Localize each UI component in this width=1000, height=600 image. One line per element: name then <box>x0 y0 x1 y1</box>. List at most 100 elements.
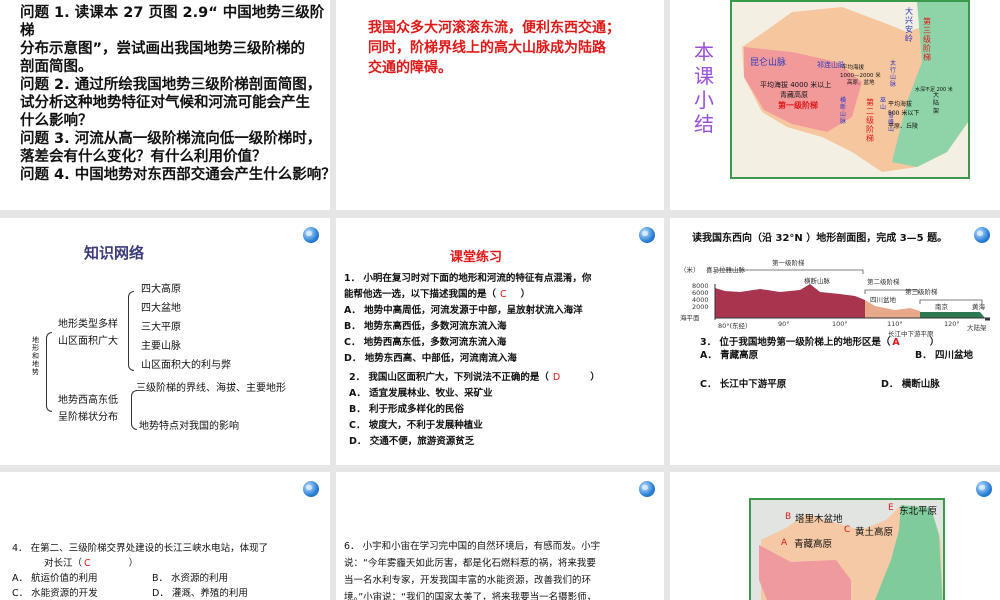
text-line: 2． 我国山区面积广大，下列说法不正确的是（ <box>349 372 549 383</box>
question-4: 4． 在第二、三级阶梯交界处建设的长江三峡水电站，体现了 对长江（ C ） A． 航… <box>12 541 268 600</box>
list-item: 山区面积大的利与弊 <box>141 360 231 371</box>
profile-step3 <box>920 312 985 318</box>
list-item: 四大高原 <box>141 284 181 295</box>
slide-thumbnail-8[interactable]: 6． 小宇和小宙在学习完中国的自然环境后，有感而发。小宇 说：“今年雾霾天如此厉… <box>336 472 664 600</box>
map-label-step2-types: 高原、盆地 <box>847 80 875 86</box>
text-line: 交通的障碍。 <box>368 60 452 76</box>
slide-thumbnail-3[interactable]: 本课小结 昆仑山脉 祁连山脉 大兴安岭 太行山脉 横断山脉 巫山 雪峰山 平均海… <box>670 0 1000 210</box>
option: C． 长江中下游平原 <box>700 379 787 390</box>
map-label-step1: 第一级阶梯 <box>778 101 818 110</box>
label-sichuan: 四川盆地 <box>870 296 896 304</box>
branch2-label: 地势西高东低 呈阶梯状分布 <box>58 392 118 426</box>
globe-icon <box>303 227 319 243</box>
label-step3: 第三级阶梯 <box>905 288 938 296</box>
option: C． 水能资源的开发 <box>12 588 98 599</box>
map-label-step2: 第二级阶梯 <box>866 98 874 143</box>
question-2: 2． 我国山区面积广大，下列说法不正确的是（ D ） A． 适宜发展林业、牧业、采矿… <box>349 370 600 450</box>
option: B． 利于形成多样化的民俗 <box>349 404 465 415</box>
questions-text: 问题 1. 读课本 27 页图 2.9“ 中国地势三级阶梯 分布示意图”，尝试画… <box>20 4 330 184</box>
slide-thumbnail-9[interactable]: B 塔里木盆地 C 黄土高原 E 东北平原 A 青藏高原 <box>670 472 1000 600</box>
text-line: ） <box>590 372 600 383</box>
globe-icon <box>639 481 655 497</box>
map-label-step3: 第三级阶梯 <box>923 17 931 62</box>
question-header: 读我国东西向（沿 32°N ）地形剖面图，完成 3—5 题。 <box>692 233 948 244</box>
text-line: 问题 2. 通过所绘我国地势三级阶梯剖面简图， <box>20 77 322 93</box>
slide-thumbnail-4[interactable]: 知识网络 地形和地势 地形类型多样 山区面积广大 四大高原 四大盆地 三大平原 … <box>0 218 330 465</box>
text-line: 对长江（ <box>44 558 83 569</box>
globe-icon <box>976 481 992 497</box>
globe-icon <box>974 227 990 243</box>
china-landform-map: B 塔里木盆地 C 黄土高原 E 东北平原 A 青藏高原 <box>749 498 945 600</box>
map-label-taihang: 太行山脉 <box>890 60 897 88</box>
slide-thumbnail-5[interactable]: 课堂练习 1． 小明在复习时对下面的地形和河流的特征有点混淆，你 能帮他选一选，… <box>336 218 664 465</box>
text-line: 能帮他选一选，以下描述我国的是（ <box>344 289 497 300</box>
map-letter: A <box>781 538 788 548</box>
sea-level-label: 海平面 <box>680 314 700 322</box>
map-letter: E <box>888 503 894 513</box>
globe-icon <box>639 227 655 243</box>
text-line: 落差会有什么变化？有什么利用价值？ <box>20 149 267 165</box>
option: C． 坡度大，不利于发展种植业 <box>349 420 483 431</box>
slide-thumbnail-2[interactable]: 我国众多大河滚滚东流，便利东西交通； 同时，阶梯界线上的高大山脉成为陆路 交通的… <box>336 0 664 210</box>
slide-thumbnail-7[interactable]: 4． 在第二、三级阶梯交界处建设的长江三峡水电站，体现了 对长江（ C ） A． 航… <box>0 472 330 600</box>
map-label-wushan: 巫山 <box>880 97 887 111</box>
text-line: 山区面积广大 <box>58 336 118 347</box>
option: A． 适宜发展林业、牧业、采矿业 <box>349 388 493 399</box>
map-letter: B <box>785 512 792 522</box>
text-line: 问题 3. 河流从高一级阶梯流向低一级阶梯时， <box>20 131 322 147</box>
text-line: 我国众多大河滚滚东流，便利东西交通； <box>368 20 620 36</box>
branch1-label: 地形类型多样 山区面积广大 <box>58 316 118 350</box>
text-line: 剖面简图。 <box>20 59 93 75</box>
label-step1: 第一级阶梯 <box>772 259 805 267</box>
option: B． 四川盆地 <box>915 350 974 361</box>
y-tick: 2000 <box>692 303 709 311</box>
text-line: 问题 1. 读课本 27 页图 2.9“ 中国地势三级阶梯 <box>20 5 325 39</box>
option: D． 灌溉、养殖的利用 <box>152 588 248 599</box>
text-line: 分布示意图”，尝试画出我国地势三级阶梯的 <box>20 41 306 57</box>
text-line: 同时，阶梯界线上的高大山脉成为陆路 <box>368 40 606 56</box>
answer-mark: C <box>84 558 91 569</box>
option: D． 横断山脉 <box>881 379 940 390</box>
text-line: 地势西高东低 <box>58 395 118 406</box>
option: A． 青藏高原 <box>700 350 759 361</box>
x-tick: 90° <box>778 320 790 328</box>
answer-mark: C <box>500 289 507 300</box>
label-hengduan: 横断山脉 <box>804 277 830 285</box>
map-label-qingzang: 青藏高原 <box>780 91 808 99</box>
option: A． 地势中高周低，河流发源于中部，呈放射状流入海洋 <box>344 305 583 316</box>
map-label-kunlun: 昆仑山脉 <box>750 58 787 68</box>
map-label: 青藏高原 <box>794 539 833 550</box>
question-1: 1． 小明在复习时对下面的地形和河流的特征有点混淆，你 能帮他选一选，以下描述我… <box>344 271 662 367</box>
branch2-item: 三级阶梯的界线、海拔、主要地形 <box>136 383 286 394</box>
side-title: 本课小结 <box>694 40 714 136</box>
option: B． 水资源的利用 <box>152 573 229 584</box>
branch1-items: 四大高原 四大盆地 三大平原 主要山脉 山区面积大的利与弊 <box>141 280 231 375</box>
map-label: 东北平原 <box>899 506 938 517</box>
slide-thumbnail-1[interactable]: 问题 1. 读课本 27 页图 2.9“ 中国地势三级阶梯 分布示意图”，尝试画… <box>0 0 330 210</box>
slide-thumbnail-6[interactable]: 读我国东西向（沿 32°N ）地形剖面图，完成 3—5 题。 （米） 喜马拉雅山… <box>670 218 1000 465</box>
slide-title: 知识网络 <box>84 244 145 262</box>
text-line: 问题 4. 中国地势对东西部交通会产生什么影响？ <box>20 167 330 183</box>
root-node: 地形和地势 <box>32 336 39 376</box>
label-himalaya: 喜马拉雅山脉 <box>706 266 745 274</box>
branch2-item: 地势特点对我国的影响 <box>139 421 239 432</box>
answer-text: 我国众多大河滚滚东流，便利东西交通； 同时，阶梯界线上的高大山脉成为陆路 交通的… <box>368 18 658 78</box>
globe-icon <box>303 481 319 497</box>
label-shelf: 大陆架 <box>967 324 987 332</box>
label-qingzang: 青藏高原 <box>748 282 774 290</box>
map-label-step3-range: 500 米以下 <box>888 110 920 117</box>
map-label-shelf: 大陆架 <box>933 92 940 115</box>
text-line: 什么影响？ <box>20 113 93 129</box>
map-label-step1-desc: 平均海拔 4000 米以上 <box>760 81 832 89</box>
text-line: 6． 小宇和小宙在学习完中国的自然环境后，有感而发。小宇 <box>344 541 601 552</box>
text-line: ） <box>128 558 139 569</box>
map-label-step3-types: 平原、丘陵 <box>888 123 919 130</box>
map-letter: C <box>844 525 851 535</box>
text-line: 地形类型多样 <box>58 319 118 330</box>
x-tick: 80°(东经） <box>718 322 752 330</box>
x-tick: 100° <box>832 320 848 328</box>
text-line: 说：“今年雾霾天如此厉害，都是化石燃料惹的祸，将来我要 <box>344 558 596 569</box>
text-line: ） <box>520 289 531 300</box>
text-line: 境。”小宙说：“我们的国家太美了，将来我要当一名摄影师， <box>344 592 597 600</box>
question-6: 6． 小宇和小宙在学习完中国的自然环境后，有感而发。小宇 说：“今年雾霾天如此厉… <box>344 538 600 600</box>
